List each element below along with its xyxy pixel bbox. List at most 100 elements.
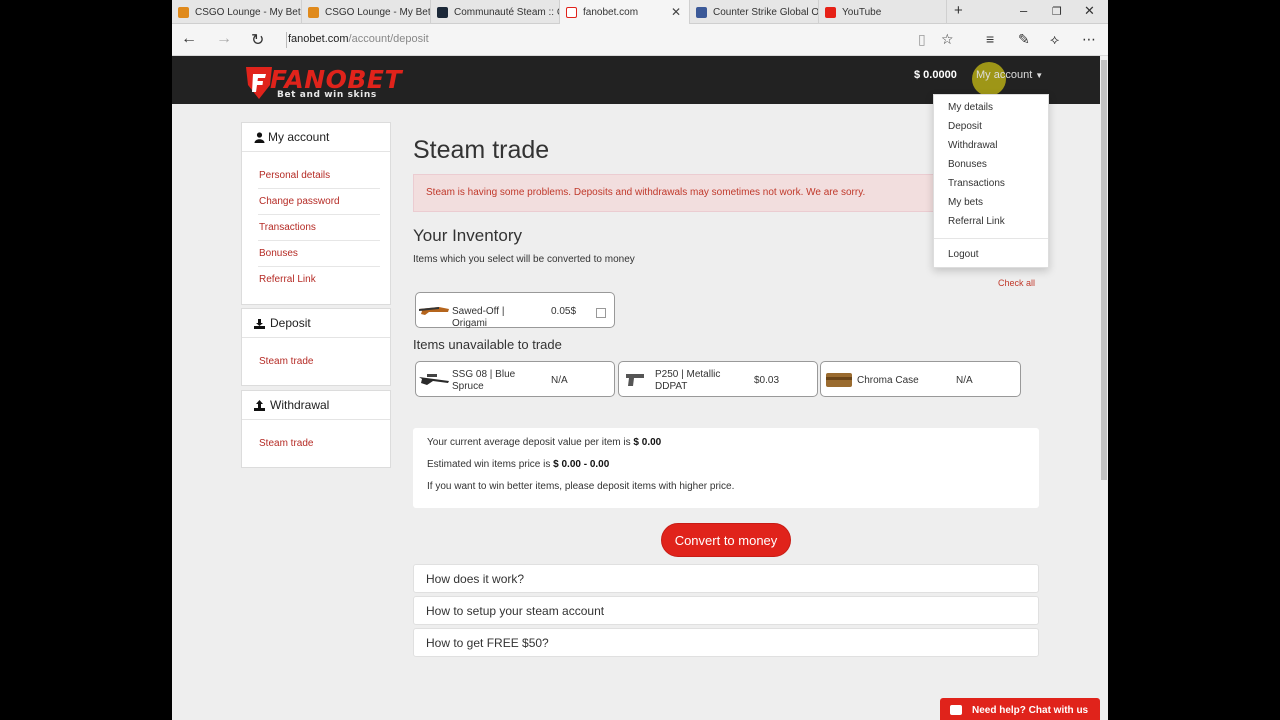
back-icon[interactable]: ← <box>181 30 197 48</box>
chat-widget-button[interactable]: Need help? Chat with us <box>940 698 1100 720</box>
page: FANOBET Bet and win skins $ 0.0000 My ac… <box>172 56 1100 720</box>
share-icon[interactable]: ⟡ <box>1050 31 1059 48</box>
chat-bubble-icon <box>950 705 962 715</box>
dropdown-my-bets[interactable]: My bets <box>948 197 983 208</box>
caret-down-icon: ▼ <box>1035 71 1044 80</box>
panel-heading: Deposit <box>242 309 390 338</box>
tab-fanobet[interactable]: fanobet.com ✕ <box>560 0 690 25</box>
item-name: Sawed-Off | Origami <box>452 306 505 329</box>
reading-view-icon[interactable]: ▯ <box>918 31 926 48</box>
deposit-info-box: Your current average deposit value per i… <box>413 428 1039 508</box>
youtube-icon <box>825 6 836 18</box>
average-deposit-line: Your current average deposit value per i… <box>427 437 662 448</box>
dropdown-divider <box>934 238 1048 239</box>
minimize-icon[interactable]: – <box>1020 3 1027 18</box>
sidebar-withdrawal-panel: Withdrawal Steam trade <box>241 390 391 468</box>
address-bar: ← → ↻ fanobet.com/account/deposit ▯ ☆ ≡ … <box>172 24 1108 56</box>
faq-setup-steam-account[interactable]: How to setup your steam account <box>413 596 1039 625</box>
new-tab-button[interactable]: + <box>954 2 963 19</box>
faq-free-50[interactable]: How to get FREE $50? <box>413 628 1039 657</box>
forward-icon[interactable]: → <box>216 30 232 48</box>
my-account-menu[interactable]: My account ▼ <box>976 69 1043 81</box>
divider <box>258 188 380 189</box>
csgolounge-icon <box>178 6 189 18</box>
item-name: Chroma Case <box>857 375 919 386</box>
sidebar-item-bonuses[interactable]: Bonuses <box>259 248 298 259</box>
ssg08-image <box>419 374 449 385</box>
screen: CSGO Lounge - My Bets CSGO Lounge - My B… <box>0 0 1280 720</box>
dropdown-bonuses[interactable]: Bonuses <box>948 159 987 170</box>
scrollbar-thumb[interactable] <box>1101 60 1107 480</box>
check-all-link[interactable]: Check all <box>998 278 1035 288</box>
sidebar-item-deposit-steam-trade[interactable]: Steam trade <box>259 356 313 367</box>
unavailable-heading: Items unavailable to trade <box>413 337 562 352</box>
hub-icon[interactable]: ≡ <box>986 31 994 47</box>
divider <box>258 240 380 241</box>
sidebar-item-personal-details[interactable]: Personal details <box>259 170 330 181</box>
csgolounge-icon <box>308 6 319 18</box>
tab-csgolounge-1[interactable]: CSGO Lounge - My Bets <box>172 0 302 24</box>
dropdown-transactions[interactable]: Transactions <box>948 178 1005 189</box>
restore-icon[interactable]: ❐ <box>1052 5 1062 18</box>
tab-csgolounge-2[interactable]: CSGO Lounge - My Bets <box>302 0 431 24</box>
url-separator <box>286 32 287 48</box>
item-price: N/A <box>551 375 568 386</box>
unavailable-item: Chroma Case N/A <box>820 361 1021 397</box>
sidebar-item-referral-link[interactable]: Referral Link <box>259 274 316 285</box>
dropdown-logout[interactable]: Logout <box>948 249 979 260</box>
tab-facebook[interactable]: Counter Strike Global Of <box>690 0 819 24</box>
steam-icon <box>437 6 448 18</box>
dropdown-my-details[interactable]: My details <box>948 102 993 113</box>
url-field[interactable]: fanobet.com/account/deposit <box>288 33 429 45</box>
tab-youtube[interactable]: YouTube <box>819 0 947 24</box>
account-dropdown: My details Deposit Withdrawal Bonuses Tr… <box>933 94 1049 268</box>
inventory-item[interactable]: Sawed-Off | Origami 0.05$ <box>415 292 615 329</box>
deposit-tip-line: If you want to win better items, please … <box>427 481 735 492</box>
convert-to-money-button[interactable]: Convert to money <box>661 523 791 557</box>
sidebar-item-withdrawal-steam-trade[interactable]: Steam trade <box>259 438 313 449</box>
item-name: SSG 08 | Blue Spruce <box>452 369 516 392</box>
item-name: P250 | Metallic DDPAT <box>655 369 721 392</box>
more-icon[interactable]: ⋯ <box>1082 31 1096 48</box>
dropdown-withdrawal[interactable]: Withdrawal <box>948 140 997 151</box>
sawed-off-image <box>419 307 449 315</box>
refresh-icon[interactable]: ↻ <box>251 30 264 50</box>
dropdown-deposit[interactable]: Deposit <box>948 121 982 132</box>
page-scrollbar[interactable] <box>1100 56 1108 720</box>
page-title: Steam trade <box>413 136 550 164</box>
sidebar-item-change-password[interactable]: Change password <box>259 196 340 207</box>
withdrawal-icon <box>254 399 265 411</box>
item-price: N/A <box>956 375 973 386</box>
facebook-icon <box>696 6 707 18</box>
divider <box>258 214 380 215</box>
fanobet-icon <box>566 7 577 18</box>
p250-image <box>626 374 644 386</box>
steam-problem-alert: Steam is having some problems. Deposits … <box>413 174 939 212</box>
browser-window: CSGO Lounge - My Bets CSGO Lounge - My B… <box>172 0 1108 720</box>
unavailable-item: SSG 08 | Blue Spruce N/A <box>415 361 615 397</box>
item-price: $0.03 <box>754 375 780 386</box>
deposit-icon <box>254 318 265 329</box>
faq-how-it-works[interactable]: How does it work? <box>413 564 1039 593</box>
panel-heading: My account <box>242 123 390 152</box>
tab-steam[interactable]: Communauté Steam :: G <box>431 0 560 24</box>
tab-bar: CSGO Lounge - My Bets CSGO Lounge - My B… <box>172 0 1108 25</box>
panel-heading: Withdrawal <box>242 391 390 420</box>
user-icon <box>254 131 265 143</box>
unavailable-item: P250 | Metallic DDPAT $0.03 <box>618 361 818 397</box>
sidebar-my-account-panel: My account Personal details Change passw… <box>241 122 391 305</box>
close-window-icon[interactable]: ✕ <box>1084 3 1095 19</box>
inventory-heading: Your Inventory <box>413 226 522 245</box>
favorite-star-icon[interactable]: ☆ <box>941 31 954 48</box>
estimated-win-line: Estimated win items price is $ 0.00 - 0.… <box>427 459 610 470</box>
sidebar-item-transactions[interactable]: Transactions <box>259 222 316 233</box>
item-select-checkbox[interactable] <box>596 308 606 318</box>
dropdown-referral-link[interactable]: Referral Link <box>948 216 1005 227</box>
fanobet-logo[interactable]: FANOBET Bet and win skins <box>244 65 402 101</box>
close-tab-icon[interactable]: ✕ <box>671 5 681 19</box>
inventory-subtitle: Items which you select will be converted… <box>413 254 635 265</box>
web-note-icon[interactable]: ✎ <box>1018 31 1030 48</box>
item-price: 0.05$ <box>551 306 577 317</box>
divider <box>258 266 380 267</box>
balance-display: $ 0.0000 <box>914 69 957 81</box>
